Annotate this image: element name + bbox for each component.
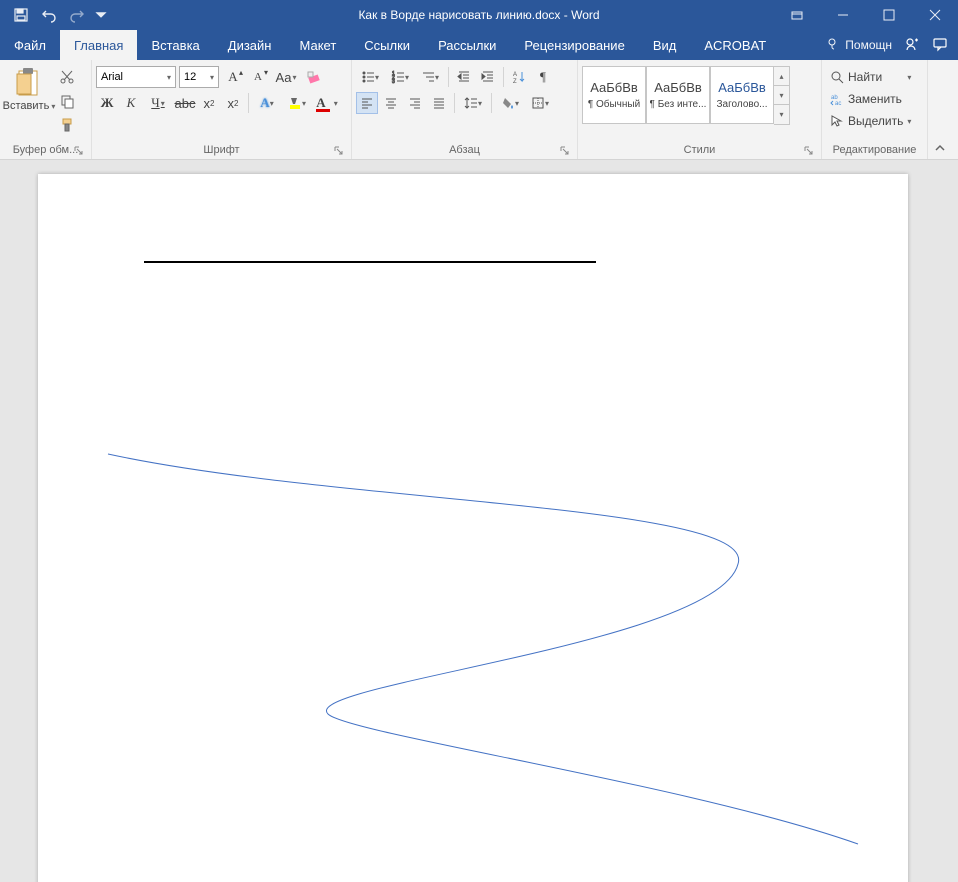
style-heading1[interactable]: АаБбВвЗаголово... xyxy=(710,66,774,124)
paragraph-launcher-icon[interactable] xyxy=(557,143,571,157)
font-size-combo[interactable]: 12▾ xyxy=(179,66,219,88)
bold-icon[interactable]: Ж xyxy=(96,92,118,114)
redo-icon[interactable] xyxy=(66,4,88,26)
minimize-icon[interactable] xyxy=(820,0,866,30)
font-group-label: Шрифт xyxy=(203,142,239,158)
paste-button[interactable]: Вставить▾ xyxy=(4,62,54,112)
group-clipboard: Вставить▾ Буфер обм... xyxy=(0,60,92,159)
document-area[interactable] xyxy=(0,160,958,882)
clear-formatting-icon[interactable] xyxy=(303,66,325,88)
find-button[interactable]: Найти▾ xyxy=(826,66,915,88)
strikethrough-icon[interactable]: abc xyxy=(174,92,196,114)
window-controls xyxy=(774,0,958,30)
style-name: ¶ Без инте... xyxy=(650,99,707,110)
qat-customize-icon[interactable] xyxy=(94,4,108,26)
title-bar: Как в Ворде нарисовать линию.docx - Word xyxy=(0,0,958,30)
style-normal[interactable]: АаБбВв¶ Обычный xyxy=(582,66,646,124)
svg-text:ac: ac xyxy=(835,101,841,106)
styles-launcher-icon[interactable] xyxy=(801,143,815,157)
ribbon-options-icon[interactable] xyxy=(774,0,820,30)
justify-icon[interactable] xyxy=(428,92,450,114)
styles-group-label: Стили xyxy=(684,142,716,158)
grow-font-icon[interactable]: A▴ xyxy=(222,66,244,88)
curve-shape[interactable] xyxy=(38,174,908,882)
comments-icon[interactable] xyxy=(932,36,948,55)
tell-me-label: Помощн xyxy=(845,38,892,52)
tab-mailings[interactable]: Рассылки xyxy=(424,30,510,60)
change-case-icon[interactable]: Aa▾ xyxy=(272,66,300,88)
ribbon: Вставить▾ Буфер обм... Arial▾ 12▾ A▴ A▾ … xyxy=(0,60,958,160)
copy-icon[interactable] xyxy=(56,90,78,112)
font-name-combo[interactable]: Arial▾ xyxy=(96,66,176,88)
replace-label: Заменить xyxy=(848,92,902,106)
increase-indent-icon[interactable] xyxy=(477,66,499,88)
show-marks-icon[interactable]: ¶ xyxy=(532,66,554,88)
replace-button[interactable]: abacЗаменить xyxy=(826,88,915,110)
font-launcher-icon[interactable] xyxy=(331,143,345,157)
save-icon[interactable] xyxy=(10,4,32,26)
font-size-value: 12 xyxy=(184,71,196,83)
tab-references[interactable]: Ссылки xyxy=(350,30,424,60)
undo-icon[interactable] xyxy=(38,4,60,26)
style-name: Заголово... xyxy=(717,99,768,110)
tab-insert[interactable]: Вставка xyxy=(137,30,213,60)
svg-text:Z: Z xyxy=(513,79,517,84)
select-label: Выделить xyxy=(848,114,903,128)
line-spacing-icon[interactable]: ▾ xyxy=(459,92,487,114)
maximize-icon[interactable] xyxy=(866,0,912,30)
style-no-spacing[interactable]: АаБбВв¶ Без инте... xyxy=(646,66,710,124)
cut-icon[interactable] xyxy=(56,66,78,88)
tab-file[interactable]: Файл xyxy=(0,30,60,60)
subscript-icon[interactable]: x2 xyxy=(198,92,220,114)
style-name: ¶ Обычный xyxy=(588,99,640,110)
tab-home[interactable]: Главная xyxy=(60,30,137,60)
styles-gallery-scroll[interactable]: ▴▾▾ xyxy=(774,66,790,125)
underline-icon[interactable]: Ч▾ xyxy=(144,92,172,114)
multilevel-list-icon[interactable]: ▾ xyxy=(416,66,444,88)
document-page[interactable] xyxy=(38,174,908,882)
select-button[interactable]: Выделить▾ xyxy=(826,110,915,132)
font-name-value: Arial xyxy=(101,71,123,83)
group-font: Arial▾ 12▾ A▴ A▾ Aa▾ Ж К Ч▾ abc x2 x2 A▾… xyxy=(92,60,352,159)
share-icon[interactable] xyxy=(904,36,920,55)
paragraph-group-label: Абзац xyxy=(449,142,480,158)
group-styles: АаБбВв¶ Обычный АаБбВв¶ Без инте... АаБб… xyxy=(578,60,822,159)
tell-me-search[interactable]: Помощн xyxy=(825,37,892,53)
svg-text:A: A xyxy=(513,72,517,78)
ribbon-tabs: Файл Главная Вставка Дизайн Макет Ссылки… xyxy=(0,30,958,60)
tab-design[interactable]: Дизайн xyxy=(214,30,286,60)
collapse-ribbon-icon[interactable] xyxy=(928,60,952,159)
find-label: Найти xyxy=(848,70,882,84)
tab-view[interactable]: Вид xyxy=(639,30,691,60)
font-color-icon[interactable]: A▾ xyxy=(313,92,341,114)
clipboard-group-label: Буфер обм... xyxy=(13,142,79,158)
close-icon[interactable] xyxy=(912,0,958,30)
decrease-indent-icon[interactable] xyxy=(453,66,475,88)
format-painter-icon[interactable] xyxy=(56,114,78,136)
group-editing: Найти▾ abacЗаменить Выделить▾ Редактиров… xyxy=(822,60,928,159)
shrink-font-icon[interactable]: A▾ xyxy=(247,66,269,88)
text-effects-icon[interactable]: A▾ xyxy=(253,92,281,114)
superscript-icon[interactable]: x2 xyxy=(222,92,244,114)
align-right-icon[interactable] xyxy=(404,92,426,114)
group-paragraph: ▾ 123▾ ▾ AZ ¶ ▾ ▾ ▾ Абза xyxy=(352,60,578,159)
align-center-icon[interactable] xyxy=(380,92,402,114)
clipboard-launcher-icon[interactable] xyxy=(71,143,85,157)
italic-icon[interactable]: К xyxy=(120,92,142,114)
svg-text:3: 3 xyxy=(392,79,395,84)
borders-icon[interactable]: ▾ xyxy=(526,92,554,114)
bullets-icon[interactable]: ▾ xyxy=(356,66,384,88)
align-left-icon[interactable] xyxy=(356,92,378,114)
tab-acrobat[interactable]: ACROBAT xyxy=(690,30,780,60)
quick-access-toolbar xyxy=(0,4,108,26)
shading-icon[interactable]: ▾ xyxy=(496,92,524,114)
tab-review[interactable]: Рецензирование xyxy=(510,30,638,60)
highlight-icon[interactable]: ▾ xyxy=(283,92,311,114)
numbering-icon[interactable]: 123▾ xyxy=(386,66,414,88)
paste-label: Вставить xyxy=(3,100,50,112)
editing-group-label: Редактирование xyxy=(833,142,917,158)
tab-layout[interactable]: Макет xyxy=(285,30,350,60)
sort-icon[interactable]: AZ xyxy=(508,66,530,88)
